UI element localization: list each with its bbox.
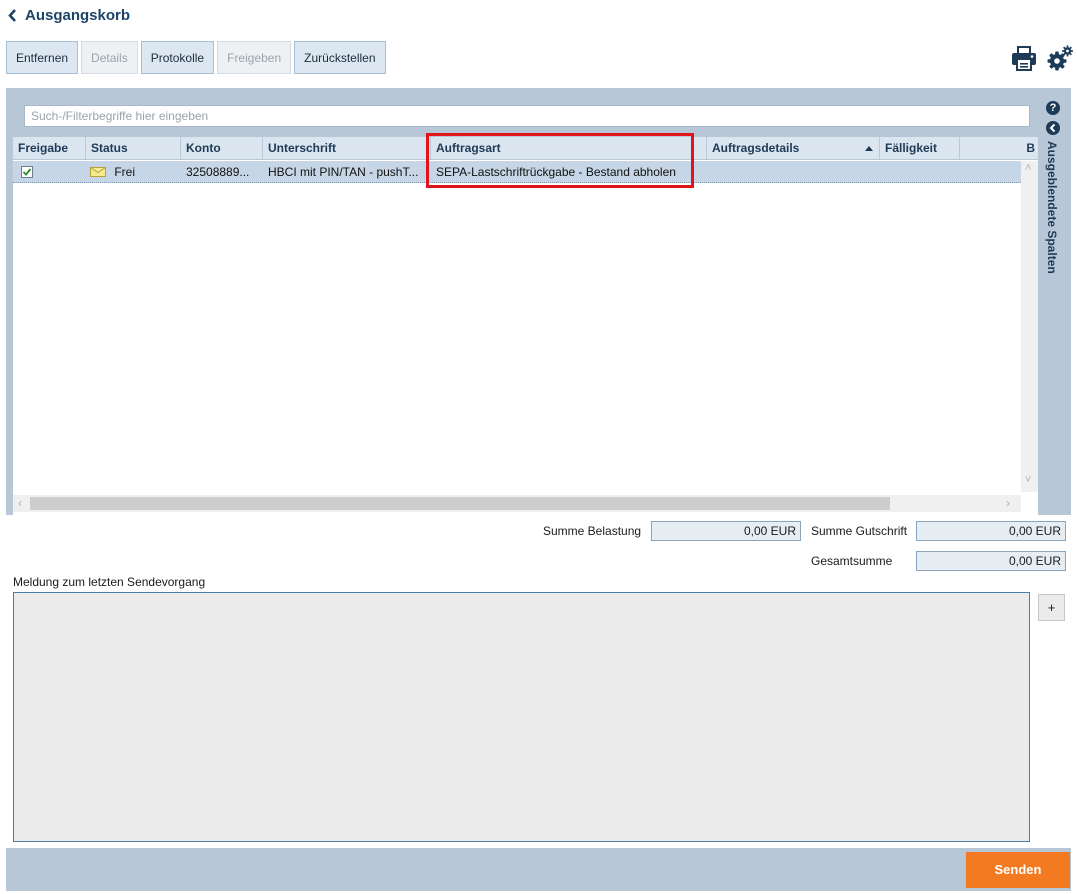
sort-ascending-icon (865, 146, 873, 151)
toolbar: Entfernen Details Protokolle Freigeben Z… (6, 41, 386, 74)
logs-button[interactable]: Protokolle (140, 41, 215, 74)
chevron-left-icon (8, 8, 16, 22)
column-header-konto[interactable]: Konto (181, 137, 263, 160)
vertical-scrollbar[interactable]: ˄ ˅ (1021, 161, 1038, 492)
footer-bar (6, 848, 1071, 891)
hidden-columns-toggle[interactable]: Ausgeblendete Spalten (1045, 141, 1059, 274)
column-header-auftragsdetails[interactable]: Auftragsdetails (707, 137, 880, 160)
column-header-faelligkeit[interactable]: Fälligkeit (880, 137, 960, 160)
scroll-left-icon[interactable]: ‹ (18, 496, 22, 510)
table-row[interactable]: Frei 32508889... HBCI mit PIN/TAN - push… (13, 161, 1021, 183)
column-header-unterschrift[interactable]: Unterschrift (263, 137, 431, 160)
expand-message-button[interactable]: + (1038, 594, 1065, 621)
page-title: Ausgangskorb (25, 6, 131, 24)
auftragsart-cell: SEPA-Lastschriftrückgabe - Bestand abhol… (436, 165, 676, 179)
message-box (13, 592, 1030, 842)
horizontal-scroll-thumb[interactable] (30, 497, 890, 510)
scroll-down-icon[interactable]: ˅ (1025, 474, 1031, 486)
envelope-icon (90, 167, 106, 177)
grid-header: Freigabe Status Konto Unterschrift Auftr… (13, 137, 1038, 160)
scroll-right-icon[interactable]: › (1006, 496, 1010, 510)
scroll-up-icon[interactable]: ˄ (1025, 162, 1031, 174)
remove-button[interactable]: Entfernen (6, 41, 79, 74)
postpone-button[interactable]: Zurückstellen (294, 41, 386, 74)
back-button[interactable]: Ausgangskorb (8, 4, 130, 26)
print-button[interactable] (1010, 44, 1038, 72)
release-checkbox[interactable] (21, 166, 33, 178)
help-icon[interactable]: ? (1046, 101, 1060, 115)
gears-icon (1047, 45, 1073, 71)
unterschrift-cell: HBCI mit PIN/TAN - pushT... (268, 165, 419, 179)
message-label: Meldung zum letzten Sendevorgang (13, 575, 206, 589)
orders-grid: Freigabe Status Konto Unterschrift Auftr… (13, 137, 1038, 515)
collapse-panel-button[interactable] (1046, 121, 1060, 135)
printer-icon (1012, 46, 1036, 71)
horizontal-scrollbar[interactable]: ‹ › (13, 495, 1021, 512)
status-text: Frei (114, 165, 136, 179)
total-sum-value: 0,00 EUR (916, 551, 1066, 571)
column-header-b[interactable]: B (960, 137, 1038, 160)
status-cell: Frei (86, 161, 181, 183)
hidden-columns-panel: ? Ausgeblendete Spalten (1040, 95, 1070, 515)
column-header-status[interactable]: Status (86, 137, 181, 160)
release-button[interactable]: Freigeben (217, 41, 292, 74)
auftragsdetails-cell (707, 161, 880, 183)
total-sum-label: Gesamtsumme (811, 554, 893, 568)
search-input[interactable] (24, 105, 1030, 127)
column-header-auftragsart[interactable]: Auftragsart (431, 137, 707, 160)
faelligkeit-cell (880, 161, 960, 183)
column-label-auftragsdetails: Auftragsdetails (712, 141, 800, 155)
sum-debit-label: Summe Belastung (543, 524, 642, 538)
details-button[interactable]: Details (81, 41, 138, 74)
sum-debit-value: 0,00 EUR (651, 521, 801, 541)
settings-button[interactable] (1046, 44, 1074, 72)
chevron-left-icon (1049, 123, 1056, 133)
konto-cell: 32508889... (186, 165, 250, 179)
sum-credit-value: 0,00 EUR (916, 521, 1066, 541)
check-icon (22, 168, 32, 176)
send-button[interactable]: Senden (966, 852, 1070, 888)
freigabe-cell (13, 161, 86, 183)
sum-credit-label: Summe Gutschrift (811, 524, 908, 538)
column-header-freigabe[interactable]: Freigabe (13, 137, 86, 160)
